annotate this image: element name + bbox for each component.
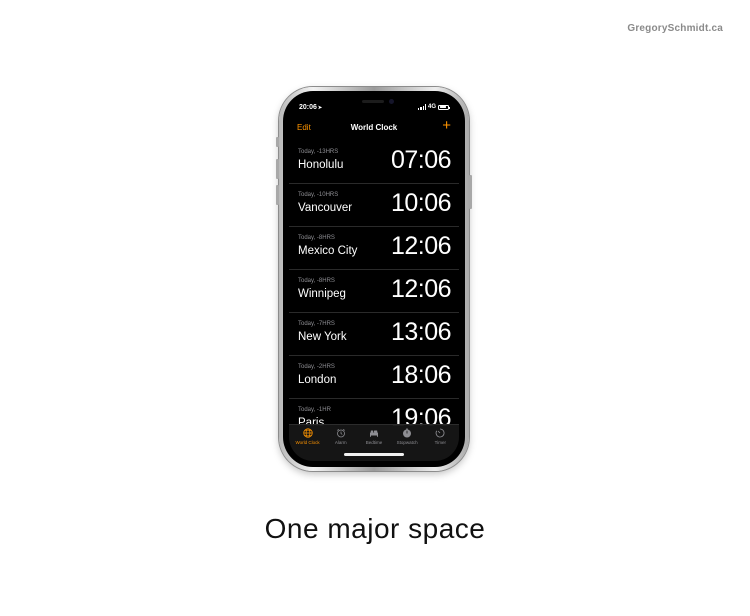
status-indicators: 4G	[418, 104, 450, 110]
globe-icon	[302, 428, 313, 438]
clock-offset: Today, -1HR	[298, 407, 331, 413]
battery-level	[439, 106, 447, 108]
clock-row-new-york[interactable]: Today, -7HRS New York 13:06	[289, 313, 459, 356]
mute-switch	[276, 137, 279, 147]
notch	[339, 97, 409, 110]
world-clock-list[interactable]: Today, -13HRS Honolulu 07:06 Today, -10H…	[289, 141, 459, 426]
clock-city: Mexico City	[298, 245, 358, 257]
tab-world-clock[interactable]: World Clock	[292, 425, 324, 461]
tab-bedtime[interactable]: Bedtime	[358, 425, 390, 461]
clock-city: Winnipeg	[298, 288, 346, 300]
alarm-clock-icon	[336, 428, 345, 438]
clock-city: New York	[298, 331, 347, 343]
status-time-text: 20:06	[299, 104, 317, 111]
power-button	[469, 175, 472, 209]
home-indicator[interactable]	[344, 453, 404, 456]
network-type: 4G	[427, 104, 436, 110]
front-camera	[389, 99, 394, 104]
clock-time: 07:06	[390, 146, 452, 174]
tab-label: Timer	[434, 440, 447, 445]
clock-offset: Today, -13HRS	[298, 149, 339, 155]
clock-row-paris[interactable]: Today, -1HR Paris 19:06	[289, 399, 459, 426]
cellular-signal-icon	[418, 104, 426, 110]
tab-stopwatch[interactable]: Stopwatch	[391, 425, 423, 461]
page-title: World Clock	[350, 123, 398, 132]
clock-row-honolulu[interactable]: Today, -13HRS Honolulu 07:06	[289, 141, 459, 184]
status-time: 20:06➤	[299, 104, 322, 111]
clock-offset: Today, -10HRS	[298, 192, 339, 198]
volume-down-button	[276, 185, 279, 205]
tab-label: Alarm	[334, 440, 347, 445]
page-caption: One major space	[264, 513, 486, 544]
clock-offset: Today, -2HRS	[298, 364, 335, 370]
tab-alarm[interactable]: Alarm	[325, 425, 357, 461]
page: GregorySchmidt.ca 20:06➤ 4G Edit World C…	[0, 0, 750, 616]
volume-up-button	[276, 159, 279, 179]
navigation-bar: Edit World Clock +	[289, 117, 459, 139]
battery-icon	[438, 104, 450, 110]
clock-row-london[interactable]: Today, -2HRS London 18:06	[289, 356, 459, 399]
site-credit[interactable]: GregorySchmidt.ca	[627, 23, 723, 34]
clock-city: London	[298, 374, 337, 386]
speaker-grille	[362, 100, 384, 103]
clock-offset: Today, -8HRS	[298, 235, 335, 241]
clock-time: 12:06	[390, 232, 452, 260]
tab-label: World Clock	[295, 440, 320, 445]
clock-offset: Today, -8HRS	[298, 278, 335, 284]
phone-screen: 20:06➤ 4G Edit World Clock + Today, -13H…	[289, 97, 459, 461]
clock-time: 10:06	[390, 189, 452, 217]
timer-icon	[436, 428, 445, 438]
add-clock-button[interactable]: +	[442, 118, 451, 133]
clock-city: Honolulu	[298, 159, 344, 171]
tab-label: Bedtime	[365, 440, 383, 445]
clock-time: 19:06	[390, 404, 452, 426]
bed-icon	[369, 430, 378, 437]
location-arrow-icon: ➤	[317, 105, 323, 111]
clock-city: Vancouver	[298, 202, 353, 214]
tab-label: Stopwatch	[396, 440, 418, 445]
clock-row-vancouver[interactable]: Today, -10HRS Vancouver 10:06	[289, 184, 459, 227]
phone-mockup: 20:06➤ 4G Edit World Clock + Today, -13H…	[276, 87, 472, 471]
clock-row-mexico-city[interactable]: Today, -8HRS Mexico City 12:06	[289, 227, 459, 270]
tab-timer[interactable]: Timer	[424, 425, 456, 461]
clock-offset: Today, -7HRS	[298, 321, 335, 327]
clock-row-winnipeg[interactable]: Today, -8HRS Winnipeg 12:06	[289, 270, 459, 313]
clock-time: 12:06	[390, 275, 452, 303]
clock-time: 18:06	[390, 361, 452, 389]
clock-time: 13:06	[390, 318, 452, 346]
stopwatch-icon	[403, 428, 412, 438]
